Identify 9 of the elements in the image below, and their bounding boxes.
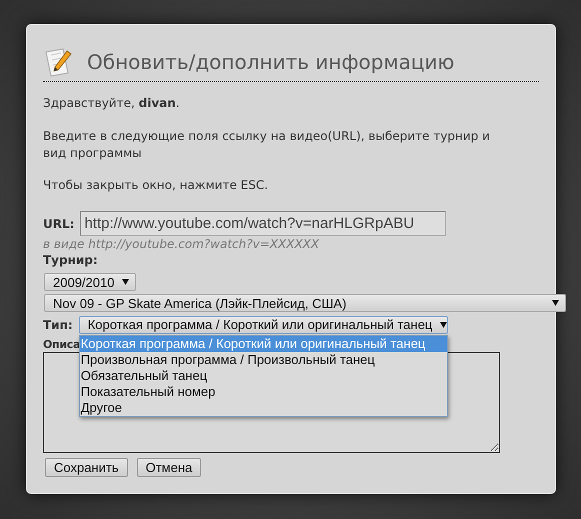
dialog-title: Обновить/дополнить информацию bbox=[87, 50, 454, 74]
url-label: URL: bbox=[43, 216, 74, 230]
url-format-hint: в виде http://youtube.com?watch?v=XXXXXX bbox=[43, 236, 320, 253]
instructions-text: Введите в следующие поля ссылку на видео(URL), выберите турнир и вид программы bbox=[43, 128, 491, 162]
type-label: Тип: bbox=[43, 318, 73, 332]
description-label: Описа bbox=[43, 337, 80, 352]
tournament-label: Турнир: bbox=[43, 252, 99, 269]
greeting-text: Здравствуйте, divan. bbox=[43, 95, 181, 112]
close-hint-text: Чтобы закрыть окно, нажмите ESC. bbox=[43, 177, 270, 194]
